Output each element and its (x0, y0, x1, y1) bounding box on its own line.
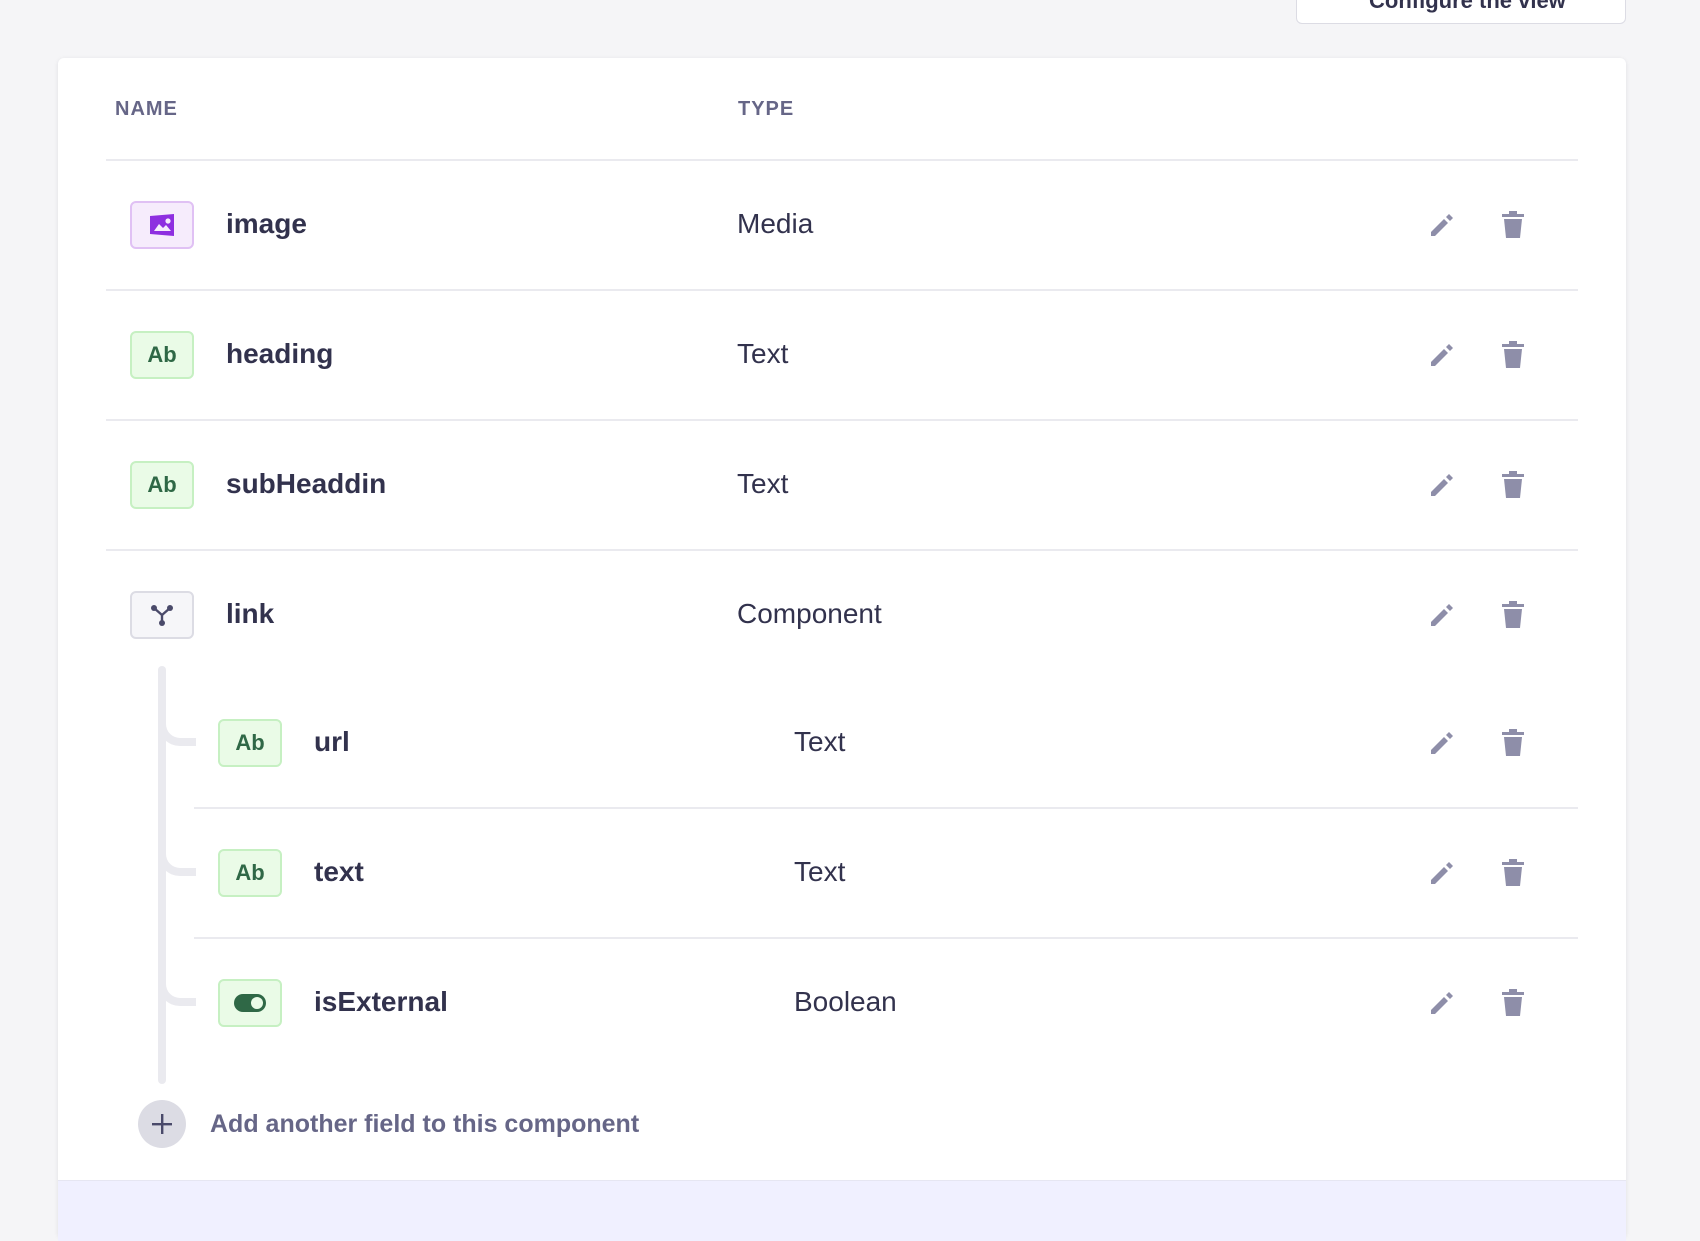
delete-button[interactable] (1498, 470, 1528, 500)
field-name: url (314, 726, 350, 757)
trash-icon (1502, 859, 1524, 886)
divider (194, 937, 1578, 939)
pencil-icon (1431, 992, 1453, 1014)
edit-button[interactable] (1427, 340, 1457, 370)
column-header-type: TYPE (738, 98, 795, 120)
pencil-icon (1431, 344, 1453, 366)
text-icon: Ab (130, 461, 194, 509)
divider (194, 807, 1578, 809)
trash-icon (1502, 471, 1524, 498)
text-icon: Ab (130, 331, 194, 379)
delete-button[interactable] (1498, 728, 1528, 758)
delete-button[interactable] (1498, 988, 1528, 1018)
trash-icon (1502, 729, 1524, 756)
field-name: heading (226, 338, 334, 369)
pencil-icon (1431, 474, 1453, 496)
configure-view-button[interactable]: Configure the view (1296, 0, 1626, 24)
trash-icon (1502, 601, 1524, 628)
pencil-icon (1431, 214, 1453, 236)
card-footer (58, 1180, 1626, 1241)
edit-button[interactable] (1427, 988, 1457, 1018)
edit-button[interactable] (1427, 210, 1457, 240)
pencil-icon (1431, 604, 1453, 626)
text-icon: Ab (218, 849, 282, 897)
field-type: Text (737, 338, 789, 369)
divider (106, 419, 1578, 421)
field-name: isExternal (314, 986, 448, 1017)
field-name: subHeaddin (226, 468, 387, 499)
field-name: text (314, 856, 364, 887)
field-type: Text (794, 726, 846, 757)
edit-button[interactable] (1427, 858, 1457, 888)
boolean-icon (218, 979, 282, 1027)
pencil-icon (1431, 732, 1453, 754)
divider (106, 159, 1578, 161)
field-name: image (226, 208, 307, 239)
plus-icon (138, 1100, 186, 1148)
field-type: Component (737, 598, 882, 629)
edit-button[interactable] (1427, 600, 1457, 630)
divider (106, 289, 1578, 291)
divider (106, 549, 1578, 551)
pencil-icon (1431, 862, 1453, 884)
edit-button[interactable] (1427, 728, 1457, 758)
trash-icon (1502, 989, 1524, 1016)
field-type: Media (737, 208, 814, 239)
delete-button[interactable] (1498, 210, 1528, 240)
trash-icon (1502, 211, 1524, 238)
field-name: link (226, 598, 275, 629)
add-field-label: Add another field to this component (210, 1109, 640, 1138)
text-icon: Ab (218, 719, 282, 767)
field-type: Boolean (794, 986, 897, 1017)
media-icon (130, 201, 194, 249)
delete-button[interactable] (1498, 858, 1528, 888)
edit-button[interactable] (1427, 470, 1457, 500)
delete-button[interactable] (1498, 340, 1528, 370)
column-header-name: NAME (115, 98, 178, 120)
field-type: Text (737, 468, 789, 499)
component-icon (130, 591, 194, 639)
configure-view-label: Configure the view (1369, 0, 1566, 13)
delete-button[interactable] (1498, 600, 1528, 630)
add-component-field-button[interactable]: Add another field to this component (138, 1100, 639, 1148)
field-type: Text (794, 856, 846, 887)
trash-icon (1502, 341, 1524, 368)
